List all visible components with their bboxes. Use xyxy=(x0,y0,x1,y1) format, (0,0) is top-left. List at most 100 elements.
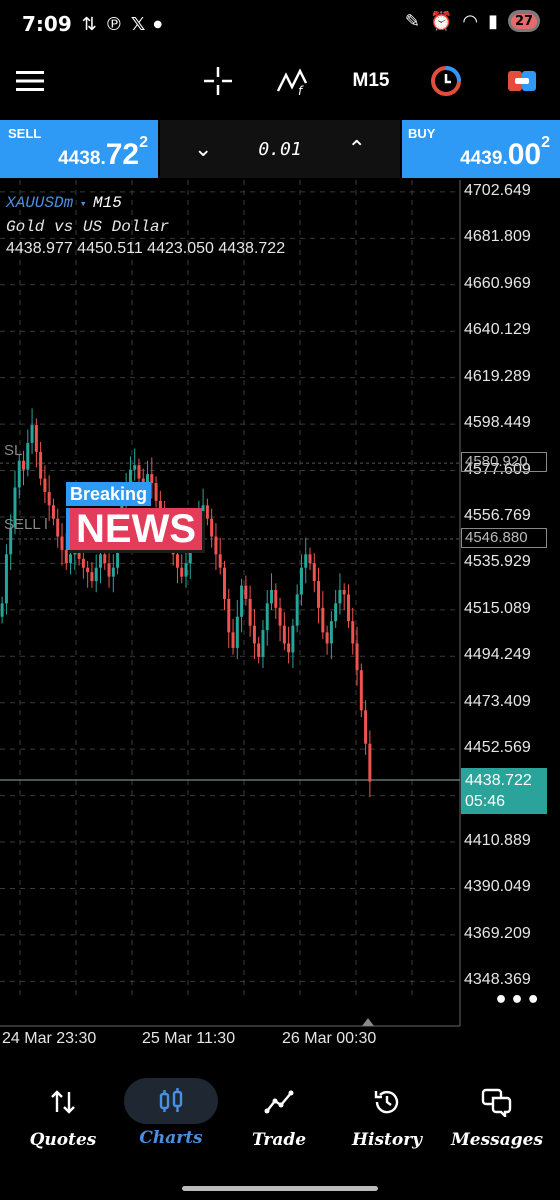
price-chart[interactable]: XAUUSDm ▾ M15 Gold vs US Dollar 4438.977… xyxy=(0,180,560,1060)
candle-body xyxy=(30,425,34,443)
candle-body xyxy=(299,567,303,595)
candle-body xyxy=(295,594,299,626)
price-axis-label: 4473.409 xyxy=(464,692,531,710)
ohlc-values: 4438.977 4450.511 4423.050 4438.722 xyxy=(6,240,286,257)
candle-body xyxy=(111,567,115,577)
nav-trade[interactable]: Trade xyxy=(224,1078,334,1168)
candle-body xyxy=(257,643,261,657)
candle-body xyxy=(184,563,188,577)
sell-price-big: 72 xyxy=(105,138,140,171)
candle-body xyxy=(22,460,26,470)
price-axis-label: 4535.929 xyxy=(464,553,531,571)
nav-history-label: History xyxy=(351,1130,423,1150)
nav-charts[interactable]: Charts xyxy=(116,1078,226,1168)
nav-messages-label: Messages xyxy=(450,1130,544,1150)
sell-button[interactable]: SELL 4438.722 xyxy=(0,120,158,178)
price-axis-label: 4556.769 xyxy=(464,506,531,524)
chevron-up-icon[interactable]: ⌃ xyxy=(348,137,366,162)
candle-body xyxy=(325,632,329,644)
buy-price-big: 00 xyxy=(507,138,542,171)
nav-messages[interactable]: Messages xyxy=(442,1078,552,1168)
buy-button[interactable]: BUY 4439.002 xyxy=(402,120,560,178)
chevron-down-icon[interactable]: ⌄ xyxy=(194,137,212,162)
candle-body xyxy=(86,567,90,573)
price-axis-label: 4702.649 xyxy=(464,181,531,199)
candle-body xyxy=(98,554,102,568)
price-axis-label: 4410.889 xyxy=(464,832,531,850)
crosshair-icon[interactable] xyxy=(200,60,236,102)
candle-body xyxy=(103,554,107,564)
candle-body xyxy=(304,554,308,568)
chart-toolbar: f M15 xyxy=(0,52,560,110)
breaking-news-badge: Breaking NEWS xyxy=(66,482,202,550)
candle-body xyxy=(346,594,350,622)
symbol-timeframe: M15 xyxy=(93,194,122,212)
status-bar: 7:09 ⇅ ℗ 𝕏 ● ✎ ⏰ ◠ ▮ 27 xyxy=(0,0,560,48)
candle-body xyxy=(287,643,291,653)
candle-body xyxy=(56,518,60,537)
candle-body xyxy=(334,603,338,622)
sell-line-label: SELL l xyxy=(4,516,48,533)
candle-body xyxy=(329,621,333,644)
status-time: 7:09 xyxy=(22,12,72,36)
home-indicator xyxy=(182,1186,378,1191)
candle-body xyxy=(175,554,179,568)
candle-body xyxy=(205,505,209,519)
news-breaking-label: Breaking xyxy=(66,482,152,506)
candle-body xyxy=(351,621,355,644)
candle-body xyxy=(368,743,372,782)
pinterest-icon: ℗ xyxy=(104,13,123,35)
candle-body xyxy=(137,465,141,479)
candle-body xyxy=(222,567,226,599)
candle-body xyxy=(69,554,73,564)
chart-header: XAUUSDm ▾ M15 Gold vs US Dollar 4438.977… xyxy=(6,192,285,260)
price-axis-label: 4369.209 xyxy=(464,924,531,942)
nav-quotes[interactable]: Quotes xyxy=(8,1078,118,1168)
candle-body xyxy=(39,451,43,479)
messages-icon xyxy=(442,1078,552,1126)
candle-body xyxy=(321,607,325,633)
candle-body xyxy=(60,536,64,550)
candle-body xyxy=(291,625,295,653)
system-icons: ✎ ⏰ ◠ ▮ 27 xyxy=(405,10,540,32)
clock-icon[interactable] xyxy=(428,60,464,102)
candle-body xyxy=(180,567,184,577)
current-price-label: 4438.722 05:46 xyxy=(461,768,547,814)
candle-body xyxy=(308,554,312,564)
history-icon xyxy=(332,1078,442,1126)
price-axis-label: 4494.249 xyxy=(464,646,531,664)
x-icon: 𝕏 xyxy=(130,13,146,35)
candle-body xyxy=(248,598,252,626)
mute-icon: ✎ xyxy=(404,10,420,32)
sell-price-main: 4438. xyxy=(58,148,106,169)
menu-icon[interactable] xyxy=(12,60,48,102)
volume-value[interactable]: 0.01 xyxy=(258,139,301,160)
candle-body xyxy=(265,603,269,631)
candle-body xyxy=(240,585,244,617)
nav-history[interactable]: History xyxy=(332,1078,442,1168)
timeframe-button[interactable]: M15 xyxy=(346,60,396,102)
buy-price-sup: 2 xyxy=(541,134,550,151)
time-label-0: 24 Mar 23:30 xyxy=(2,1030,97,1047)
candle-body xyxy=(235,616,239,648)
nav-quotes-label: Quotes xyxy=(29,1130,97,1150)
price-axis-label: 4640.129 xyxy=(464,321,531,339)
svg-text:f: f xyxy=(298,84,304,97)
price-bar: SELL 4438.722 ⌄ 0.01 ⌃ BUY 4439.002 xyxy=(0,120,560,178)
signal-icon: ▮ xyxy=(488,10,498,32)
indicators-icon[interactable]: f xyxy=(274,60,314,102)
candle-body xyxy=(274,590,278,608)
nav-charts-label: Charts xyxy=(139,1128,203,1148)
bottom-navigation: Quotes Charts Trade History Messages xyxy=(0,1068,560,1168)
candle-body xyxy=(261,630,265,657)
symbol-name[interactable]: XAUUSDm xyxy=(6,194,73,212)
buy-price-main: 4439. xyxy=(460,148,508,169)
candle-body xyxy=(26,442,30,470)
one-click-trading-icon[interactable] xyxy=(504,60,540,102)
candle-body xyxy=(17,460,21,488)
trade-icon xyxy=(224,1078,334,1126)
more-icon[interactable]: ••• xyxy=(494,988,542,1013)
volume-control: ⌄ 0.01 ⌃ xyxy=(160,120,400,178)
time-label-2: 26 Mar 00:30 xyxy=(282,1030,377,1047)
scroll-to-end-icon[interactable] xyxy=(362,1018,374,1026)
